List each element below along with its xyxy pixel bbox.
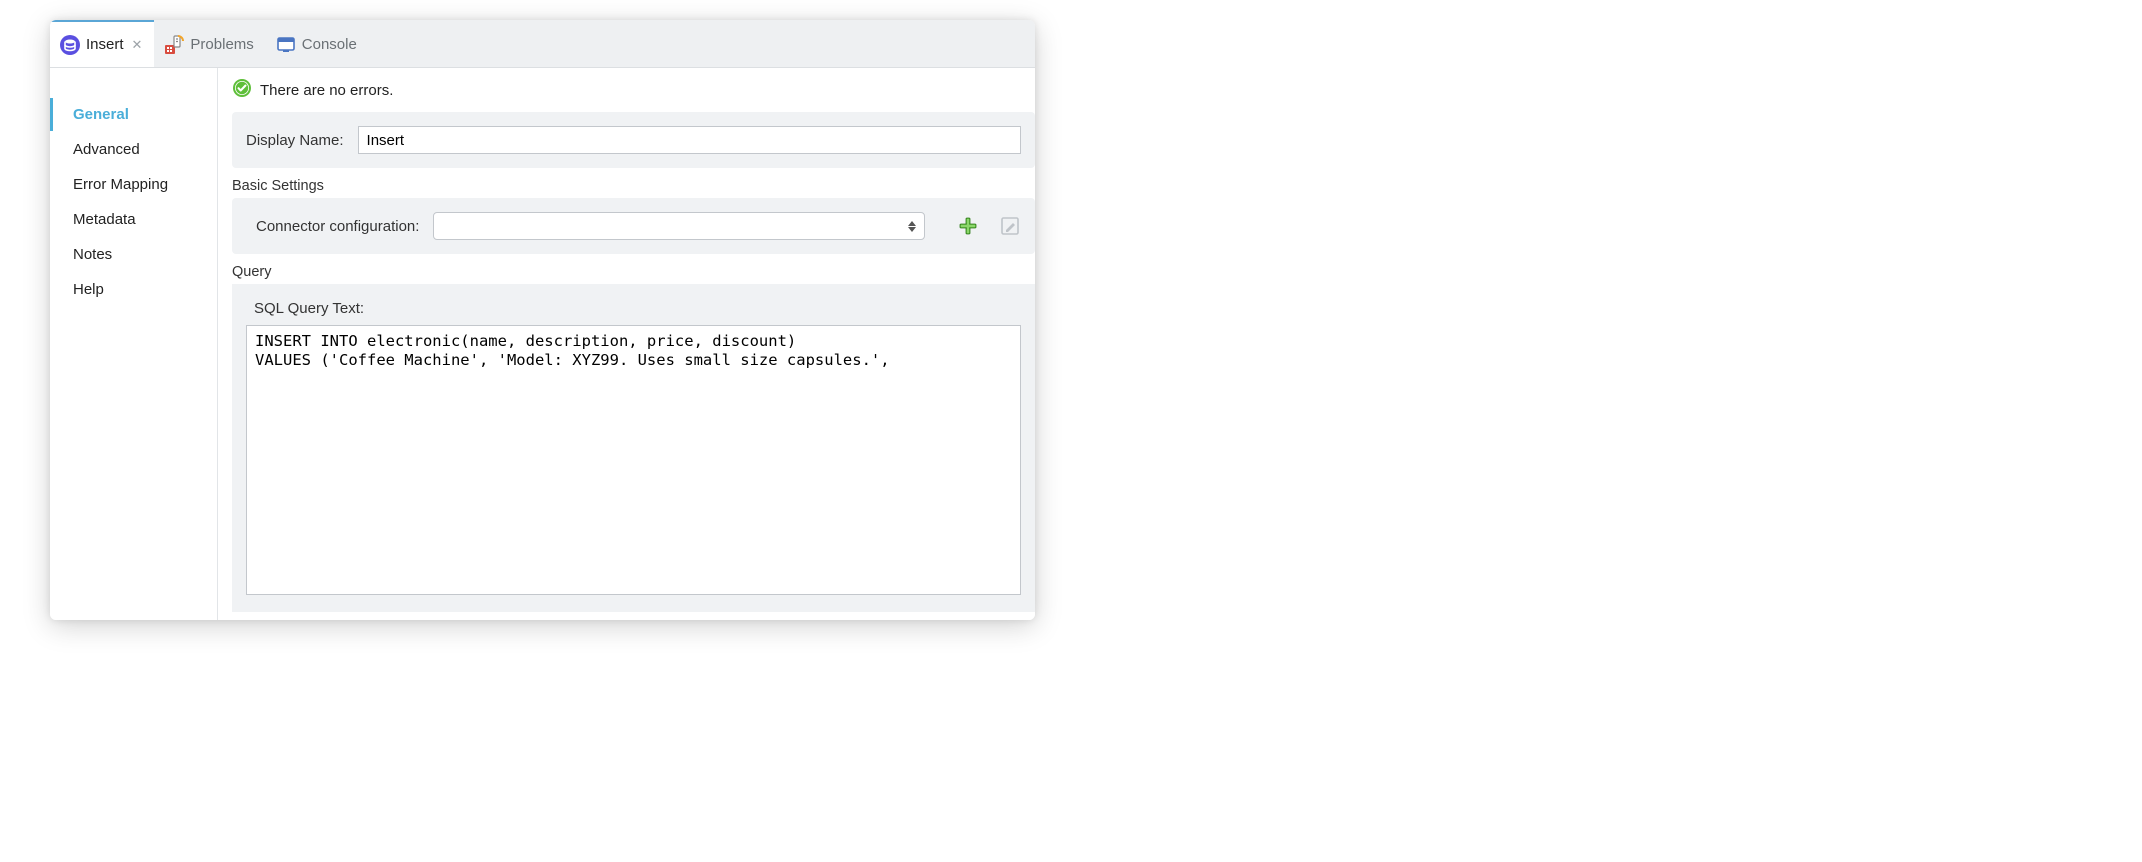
console-icon <box>276 35 296 55</box>
tab-label: Console <box>302 36 357 53</box>
settings-sidebar: General Advanced Error Mapping Metadata … <box>50 68 218 620</box>
sql-query-textarea[interactable] <box>246 325 1021 595</box>
tab-label: Problems <box>190 36 253 53</box>
sidebar-item-advanced[interactable]: Advanced <box>50 133 217 166</box>
status-message: There are no errors. <box>260 82 393 99</box>
sidebar-item-help[interactable]: Help <box>50 273 217 306</box>
close-icon[interactable]: ✕ <box>132 37 143 53</box>
sidebar-item-label: Advanced <box>73 141 140 158</box>
main-panel: There are no errors. Display Name: Basic… <box>218 68 1035 620</box>
sidebar-item-error-mapping[interactable]: Error Mapping <box>50 168 217 201</box>
basic-settings-title: Basic Settings <box>232 178 1035 194</box>
sidebar-item-label: Metadata <box>73 211 136 228</box>
success-icon <box>232 78 252 102</box>
sidebar-item-general[interactable]: General <box>50 98 217 131</box>
query-panel: SQL Query Text: <box>232 284 1035 612</box>
sidebar-item-label: Help <box>73 281 104 298</box>
sidebar-item-notes[interactable]: Notes <box>50 238 217 271</box>
connector-config-select[interactable] <box>433 212 925 240</box>
sidebar-item-label: General <box>73 106 129 123</box>
tab-insert[interactable]: Insert ✕ <box>50 20 154 67</box>
tab-problems[interactable]: Problems <box>154 20 265 67</box>
edit-config-button[interactable] <box>999 215 1021 237</box>
editor-window: Insert ✕ Problems <box>50 20 1035 620</box>
tab-bar: Insert ✕ Problems <box>50 20 1035 68</box>
sql-query-label: SQL Query Text: <box>246 294 1021 325</box>
sidebar-item-label: Error Mapping <box>73 176 168 193</box>
tab-label: Insert <box>86 36 124 53</box>
status-row: There are no errors. <box>218 68 1035 112</box>
db-icon <box>60 35 80 55</box>
connector-config-label: Connector configuration: <box>246 218 419 235</box>
tab-console[interactable]: Console <box>266 20 369 67</box>
add-config-button[interactable] <box>957 215 979 237</box>
sidebar-item-label: Notes <box>73 246 112 263</box>
query-title: Query <box>232 264 1035 280</box>
problems-icon <box>164 35 184 55</box>
basic-settings-panel: Connector configuration: <box>232 198 1035 254</box>
sidebar-item-metadata[interactable]: Metadata <box>50 203 217 236</box>
display-name-panel: Display Name: <box>232 112 1035 168</box>
chevron-updown-icon <box>908 221 916 232</box>
display-name-input[interactable] <box>358 126 1021 154</box>
content-area: General Advanced Error Mapping Metadata … <box>50 68 1035 620</box>
display-name-label: Display Name: <box>246 132 344 149</box>
